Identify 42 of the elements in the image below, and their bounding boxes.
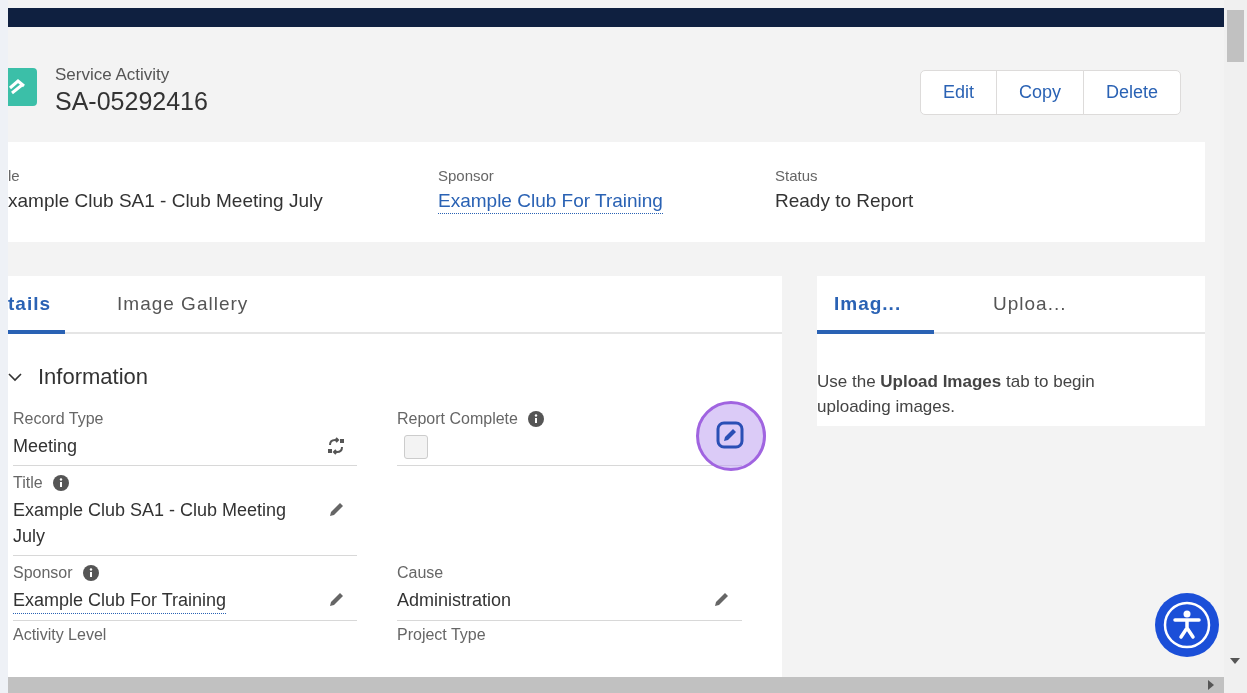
field-label: le: [8, 167, 21, 184]
field-value: Meeting: [13, 435, 79, 458]
scroll-down-arrow-icon[interactable]: [1230, 658, 1240, 664]
scrollbar-thumb[interactable]: [1227, 10, 1244, 62]
field-label: Sponsor: [438, 167, 495, 184]
pencil-icon[interactable]: [713, 591, 730, 609]
field-label: Record Type: [13, 410, 104, 428]
field-label: Activity Level: [13, 626, 107, 645]
action-button[interactable]: Copy: [995, 70, 1084, 115]
info-icon[interactable]: [527, 411, 544, 427]
horizontal-scrollbar[interactable]: [8, 677, 1224, 693]
tab[interactable]: tails: [8, 276, 66, 334]
field-value: Administration: [397, 589, 513, 613]
field-label: Report Complete: [397, 410, 518, 428]
sponsor-link[interactable]: Example Club For Training: [13, 587, 227, 615]
tab[interactable]: Imag...: [817, 276, 934, 334]
section-title: Information: [38, 364, 149, 390]
pencil-icon[interactable]: [328, 591, 345, 609]
tab[interactable]: Image Gallery: [117, 276, 249, 334]
info-icon[interactable]: [82, 565, 99, 582]
field-label: Sponsor: [13, 564, 73, 583]
field-value: xample Club SA1 - Club Meeting July: [8, 190, 324, 212]
scroll-right-arrow-icon[interactable]: [1208, 680, 1214, 690]
pencil-icon[interactable]: [328, 501, 345, 519]
edit-icon[interactable]: [716, 421, 744, 449]
field-label: Cause: [397, 564, 444, 583]
record-name: SA-05292416: [55, 87, 208, 116]
field-value: Example Club SA1 - Club Meeting July: [13, 499, 288, 549]
field-label: Title: [13, 474, 43, 493]
action-button[interactable]: Delete: [1082, 70, 1181, 115]
checkbox[interactable]: [404, 435, 428, 459]
info-icon[interactable]: [52, 475, 69, 492]
swap-icon[interactable]: [327, 437, 345, 455]
action-button[interactable]: Edit: [919, 70, 997, 115]
chevron-down-icon[interactable]: [8, 372, 22, 382]
tab[interactable]: Uploa...: [976, 276, 1067, 334]
object-type-label: Service Activity: [55, 65, 171, 85]
upload-hint-text: Use the Upload Images tab to begin uploading images.: [817, 371, 1096, 418]
field-label: Project Type: [397, 626, 486, 645]
field-label: Status: [775, 167, 819, 184]
sponsor-link[interactable]: Example Club For Training: [438, 190, 663, 214]
field-value: Ready to Report: [775, 190, 915, 212]
